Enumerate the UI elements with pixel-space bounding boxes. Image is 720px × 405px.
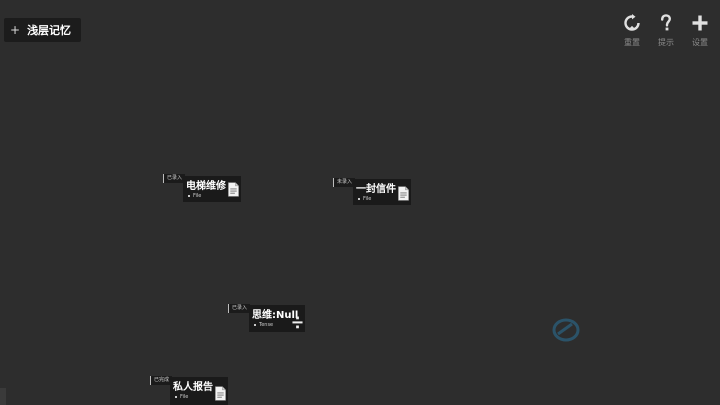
reset-label: 重置 — [624, 38, 640, 47]
plus-icon — [692, 15, 708, 31]
watermark-logo-icon — [552, 318, 580, 342]
node-title: 电梯维修 — [186, 181, 226, 192]
node-title: 一封信件 — [356, 184, 396, 195]
node-subtitle: File — [175, 394, 188, 400]
hint-button[interactable]: 提示 — [652, 14, 680, 48]
node-card[interactable]: 电梯维修 File — [183, 176, 241, 202]
node-private-report[interactable]: 已完成 私人报告 File — [150, 376, 230, 405]
toolbar: 重置 提示 设置 — [618, 14, 714, 48]
node-card[interactable]: 一封信件 File — [353, 179, 411, 205]
node-subtitle: File — [358, 196, 371, 202]
node-letter[interactable]: 未录入 一封信件 File — [333, 178, 413, 208]
reset-button[interactable]: 重置 — [618, 14, 646, 48]
hint-label: 提示 — [658, 38, 674, 47]
file-icon — [215, 386, 226, 401]
memory-tab-label: 浅层记忆 — [27, 24, 72, 37]
node-status-tag: 未录入 — [333, 178, 356, 187]
node-subtitle: File — [188, 193, 201, 199]
node-card[interactable]: 私人报告 File — [170, 377, 228, 405]
node-thought-null[interactable]: 已录入 思维:Null Tense — [228, 304, 308, 334]
settings-label: 设置 — [692, 38, 708, 47]
divide-icon — [292, 316, 303, 329]
settings-button[interactable]: 设置 — [686, 14, 714, 48]
node-card[interactable]: 思维:Null Tense — [249, 305, 305, 332]
node-status-tag: 已完成 — [150, 376, 173, 385]
question-icon — [661, 14, 672, 31]
refresh-icon — [624, 14, 640, 31]
node-status-tag: 已录入 — [228, 304, 251, 313]
scroll-edge — [0, 388, 6, 405]
node-elevator-repair[interactable]: 已录入 电梯维修 File — [163, 174, 243, 204]
node-title: 私人报告 — [173, 382, 213, 393]
file-icon — [228, 182, 239, 197]
node-subtitle: Tense — [254, 322, 273, 328]
canvas: + 浅层记忆 重置 提示 设置 已录入 电梯维修 File 未录入 一封信件 F… — [0, 0, 720, 405]
node-status-tag: 已录入 — [163, 174, 186, 183]
add-icon: + — [10, 23, 21, 37]
file-icon — [398, 186, 409, 201]
memory-tab[interactable]: + 浅层记忆 — [4, 18, 82, 42]
